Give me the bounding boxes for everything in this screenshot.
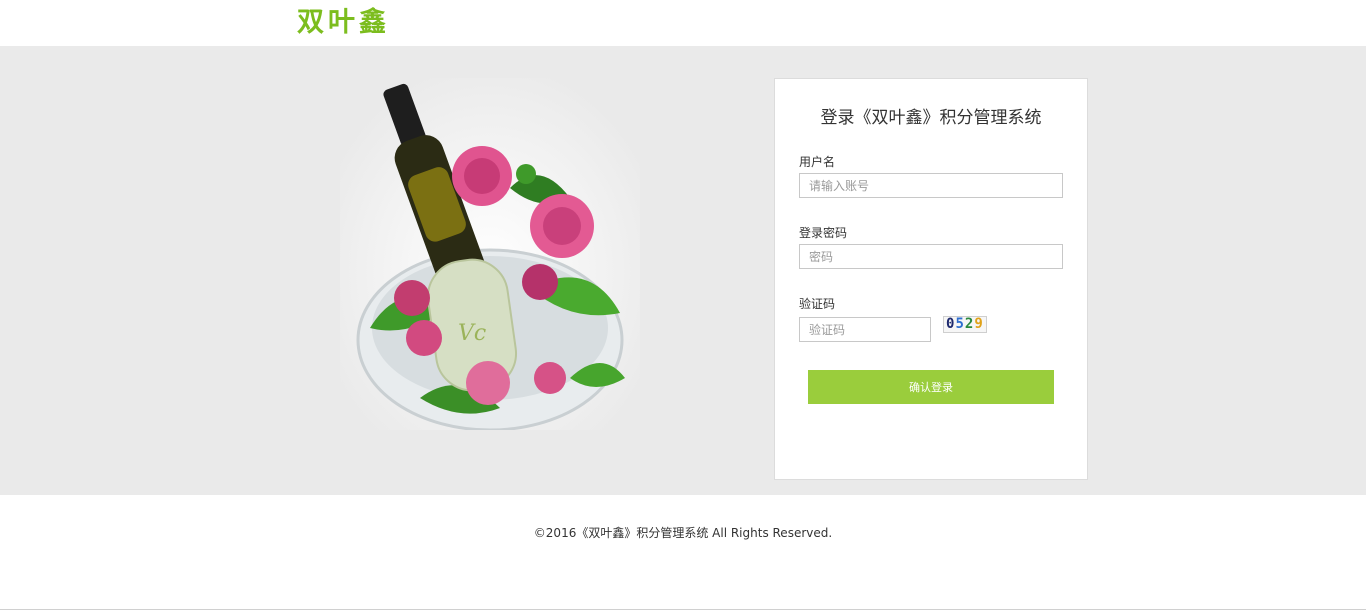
bottom-divider	[0, 609, 1366, 610]
captcha-digit: 2	[964, 316, 975, 332]
brand-logo[interactable]: 双叶鑫	[297, 6, 390, 40]
wine-bouquet-illustration: Vc	[340, 78, 640, 430]
product-photo: Vc	[340, 78, 640, 430]
hero-band	[0, 46, 1366, 495]
captcha-label: 验证码	[799, 297, 836, 311]
captcha-digit: 5	[955, 316, 965, 332]
login-submit-button[interactable]: 确认登录	[808, 370, 1054, 404]
login-title: 登录《双叶鑫》积分管理系统	[820, 108, 1042, 128]
captcha-input[interactable]	[799, 317, 931, 342]
password-input[interactable]	[799, 244, 1063, 269]
top-header: 双叶鑫	[0, 0, 1366, 46]
login-card: 登录《双叶鑫》积分管理系统 用户名 登录密码 验证码 0529 确认登录	[774, 78, 1088, 480]
captcha-digit: 9	[974, 316, 984, 332]
captcha-image[interactable]: 0529	[943, 316, 987, 333]
username-input[interactable]	[799, 173, 1063, 198]
password-label: 登录密码	[799, 226, 848, 240]
svg-text:Vc: Vc	[458, 321, 486, 346]
footer-copyright: ©2016《双叶鑫》积分管理系统 All Rights Reserved.	[533, 526, 833, 540]
username-label: 用户名	[799, 155, 836, 169]
